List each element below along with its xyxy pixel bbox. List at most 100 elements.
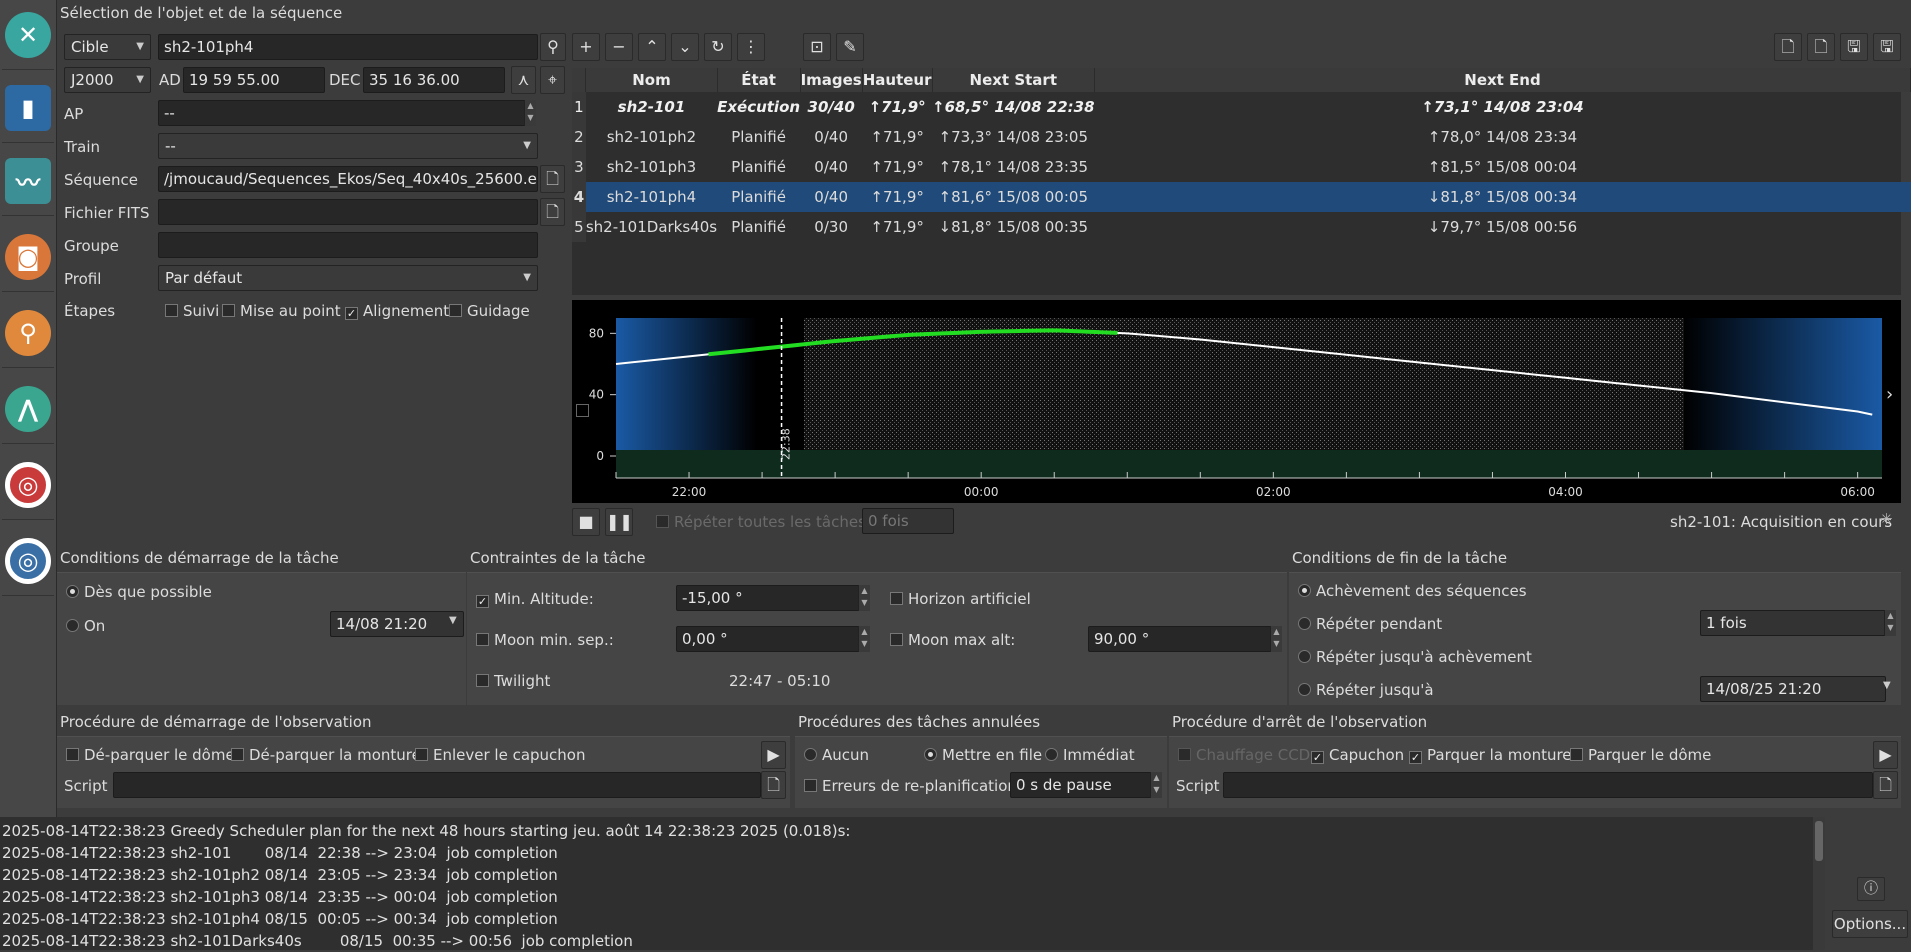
moon-sep-input[interactable]: 0,00 ° xyxy=(676,626,860,652)
col-images-header[interactable]: Images xyxy=(800,68,863,92)
open-list-button[interactable]: 🗋 xyxy=(1807,33,1835,61)
moon-max-alt-input[interactable]: 90,00 ° xyxy=(1088,626,1272,652)
scheduler-module-button[interactable]: ▮ xyxy=(2,73,54,143)
repeat-until-datetime-input[interactable]: 14/08/25 21:20 xyxy=(1700,676,1886,702)
pause-stepper[interactable]: ▲ ▼ xyxy=(1150,772,1162,798)
repeat-times-input[interactable]: 1 fois xyxy=(1700,610,1886,636)
sky-map-button[interactable]: ⋏ xyxy=(511,66,536,94)
fits-browse-button[interactable]: 🗋 xyxy=(540,198,565,226)
min-alt-stepper[interactable]: ▲ ▼ xyxy=(858,585,870,611)
profile-combo[interactable]: Par défaut ▼ xyxy=(158,265,538,291)
mount-module-button[interactable]: ⋀ xyxy=(2,374,54,444)
shutdown-script-browse-button[interactable]: 🗋 xyxy=(1873,771,1898,799)
startup-run-button[interactable]: ▶ xyxy=(761,741,786,769)
chevron-down-icon[interactable]: ▼ xyxy=(449,615,457,626)
end-repeat-until-complete-radio[interactable]: Répéter jusqu'à achèvement xyxy=(1298,648,1532,666)
col-end-header[interactable]: Next End xyxy=(1094,68,1911,92)
chart-option-checkbox[interactable] xyxy=(576,404,589,417)
align-module-button[interactable]: ◎ xyxy=(2,450,54,520)
reschedule-errors-checkbox[interactable]: Erreurs de re-planification xyxy=(804,777,1017,795)
save-list-button[interactable]: 🖫 xyxy=(1840,33,1868,61)
capture-module-button[interactable]: ◙ xyxy=(2,222,54,292)
log-panel[interactable]: 2025-08-14T22:38:23 Greedy Scheduler pla… xyxy=(0,817,1813,950)
chevron-down-icon[interactable]: ▼ xyxy=(1883,680,1891,691)
stop-button[interactable]: ■ xyxy=(572,508,600,536)
edit-button[interactable]: ✎ xyxy=(836,33,864,61)
park-dome-checkbox[interactable]: Parquer le dôme xyxy=(1570,746,1711,764)
sequence-browse-button[interactable]: 🗋 xyxy=(540,165,565,193)
cap-checkbox[interactable]: ✓ Capuchon xyxy=(1311,746,1404,764)
group-input[interactable] xyxy=(158,232,538,258)
shutdown-script-input[interactable] xyxy=(1223,772,1873,798)
uncap-checkbox[interactable]: Enlever le capuchon xyxy=(415,746,586,764)
analyze-module-button[interactable]: 〰 xyxy=(2,146,54,216)
startup-script-input[interactable] xyxy=(113,772,761,798)
repeat-times-stepper[interactable]: ▲ ▼ xyxy=(1884,610,1896,636)
dec-input[interactable]: 35 16 36.00 xyxy=(363,67,505,93)
unpark-dome-checkbox[interactable]: Dé-parquer le dôme xyxy=(66,746,235,764)
min-alt-checkbox[interactable]: ✓ Min. Altitude: xyxy=(476,590,594,608)
more-button[interactable]: ⋮ xyxy=(737,33,765,61)
step-guide-checkbox[interactable]: Guidage xyxy=(449,302,530,320)
ccd-warm-checkbox[interactable]: Chauffage CCD xyxy=(1178,746,1310,764)
search-button[interactable]: ⚲ xyxy=(540,33,566,61)
aborted-none-radio[interactable]: Aucun xyxy=(804,746,869,764)
save-as-button[interactable]: 🖫 xyxy=(1873,33,1901,61)
step-align-checkbox[interactable]: ✓ Alignement xyxy=(345,302,449,320)
end-sequence-radio[interactable]: Achèvement des séquences xyxy=(1298,582,1527,600)
repeat-all-checkbox[interactable]: Répéter toutes les tâches xyxy=(656,513,866,531)
asap-radio[interactable]: Dès que possible xyxy=(66,583,212,601)
table-row[interactable]: 2 sh2-101ph2 Planifié 0/40 ↑71,9° ↑73,3°… xyxy=(572,122,1911,152)
chevron-right-icon[interactable]: › xyxy=(1886,384,1893,405)
start-datetime-input[interactable]: 14/08 21:20 xyxy=(330,611,464,637)
log-scrollbar[interactable] xyxy=(1813,817,1825,950)
table-row[interactable]: 4 sh2-101ph4 Planifié 0/40 ↑71,9° ↑81,6°… xyxy=(572,182,1911,212)
add-job-button[interactable]: + xyxy=(572,33,600,61)
info-button[interactable]: ⓘ xyxy=(1857,877,1885,901)
moon-max-stepper[interactable]: ▲ ▼ xyxy=(1270,626,1282,652)
table-row[interactable]: 1 sh2-101 Exécution 30/40 ↑71,9° ↑68,5° … xyxy=(572,92,1911,122)
remove-job-button[interactable]: − xyxy=(605,33,633,61)
end-repeat-radio[interactable]: Répéter pendant xyxy=(1298,615,1442,633)
move-down-button[interactable]: ⌄ xyxy=(671,33,699,61)
col-name-header[interactable]: Nom xyxy=(585,68,718,92)
table-row[interactable]: 3 sh2-101ph3 Planifié 0/40 ↑71,9° ↑78,1°… xyxy=(572,152,1911,182)
shutdown-run-button[interactable]: ▶ xyxy=(1873,741,1898,769)
guide-module-button[interactable]: ◎ xyxy=(2,526,54,596)
preview-button[interactable]: ⊡ xyxy=(803,33,831,61)
pa-input[interactable]: -- xyxy=(158,100,526,126)
col-alt-header[interactable]: Hauteur xyxy=(862,68,933,92)
new-list-button[interactable]: 🗋 xyxy=(1774,33,1802,61)
focus-module-button[interactable]: ⚲ xyxy=(2,298,54,368)
moon-sep-checkbox[interactable]: Moon min. sep.: xyxy=(476,631,614,649)
moon-sep-stepper[interactable]: ▲ ▼ xyxy=(858,626,870,652)
ra-input[interactable]: 19 59 55.00 xyxy=(183,67,325,93)
end-repeat-until-radio[interactable]: Répéter jusqu'à xyxy=(1298,681,1434,699)
target-type-combo[interactable]: Cible ▼ xyxy=(64,34,151,60)
current-position-button[interactable]: ⌖ xyxy=(540,66,565,94)
scrollbar-thumb[interactable] xyxy=(1815,821,1823,861)
table-row[interactable]: 5 sh2-101Darks40s Planifié 0/30 ↑71,9° ↓… xyxy=(572,212,1911,242)
park-mount-checkbox[interactable]: ✓ Parquer la monture xyxy=(1409,746,1572,764)
col-state-header[interactable]: État xyxy=(717,68,801,92)
pause-button[interactable]: ❚❚ xyxy=(605,508,633,536)
step-focus-checkbox[interactable]: Mise au point xyxy=(222,302,341,320)
startup-script-browse-button[interactable]: 🗋 xyxy=(761,771,786,799)
options-button[interactable]: Options... xyxy=(1832,910,1908,938)
pause-input[interactable]: 0 s de pause xyxy=(1010,772,1152,798)
aborted-immediate-radio[interactable]: Immédiat xyxy=(1045,746,1135,764)
repeat-count-input[interactable]: 0 fois xyxy=(862,508,954,534)
min-alt-input[interactable]: -15,00 ° xyxy=(676,585,860,611)
step-track-checkbox[interactable]: Suivi xyxy=(165,302,219,320)
target-name-input[interactable]: sh2-101ph4 xyxy=(158,34,538,60)
on-radio[interactable]: On xyxy=(66,617,105,635)
pa-stepper[interactable]: ▲ ▼ xyxy=(524,100,536,126)
unpark-mount-checkbox[interactable]: Dé-parquer la monture xyxy=(231,746,421,764)
sequence-input[interactable]: /jmoucaud/Sequences_Ekos/Seq_40x40s_2560… xyxy=(158,166,538,192)
aborted-queue-radio[interactable]: Mettre en file xyxy=(924,746,1042,764)
train-combo[interactable]: -- ▼ xyxy=(158,133,538,159)
col-start-header[interactable]: Next Start xyxy=(932,68,1096,92)
epoch-combo[interactable]: J2000 ▼ xyxy=(64,67,151,93)
reset-button[interactable]: ↻ xyxy=(704,33,732,61)
move-up-button[interactable]: ⌃ xyxy=(638,33,666,61)
